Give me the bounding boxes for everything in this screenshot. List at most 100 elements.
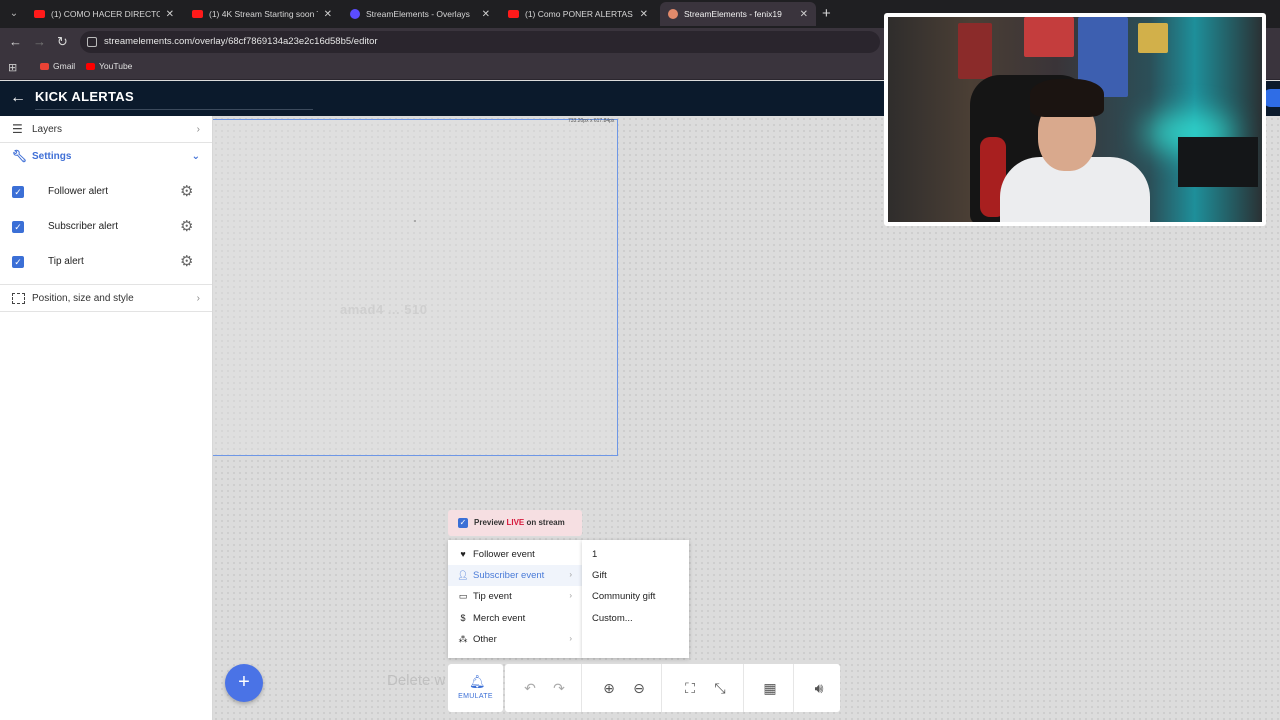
card-icon: ▭: [458, 591, 468, 601]
zoom-in-icon[interactable]: ⊕: [600, 679, 618, 697]
grid-icon[interactable]: ▦: [761, 679, 779, 697]
streamelements-icon: [350, 9, 360, 19]
browser-tab[interactable]: (1) COMO HACER DIRECTOS EN ✕: [26, 2, 182, 26]
settings-label: Settings: [32, 150, 72, 162]
fullscreen-exit-icon[interactable]: ⤡: [711, 679, 729, 697]
tab-search-icon[interactable]: ⌄: [6, 6, 22, 22]
close-icon[interactable]: ✕: [324, 9, 332, 20]
submenu-item-community-gift[interactable]: Community gift: [582, 586, 689, 607]
menu-item-other[interactable]: ⁂ Other ›: [448, 629, 582, 650]
streamelements-icon: [668, 9, 678, 19]
live-word: LIVE: [506, 518, 525, 527]
divider: [743, 664, 744, 712]
menu-item-subscriber-event[interactable]: 👤︎ Subscriber event ›: [448, 565, 582, 586]
back-arrow-icon[interactable]: ←: [10, 89, 26, 107]
url-text: streamelements.com/overlay/68cf7869134a2…: [104, 36, 378, 47]
overlay-title[interactable]: KICK ALERTAS: [35, 89, 313, 110]
redo-icon[interactable]: ↷: [550, 679, 568, 697]
close-icon[interactable]: ✕: [166, 9, 174, 20]
submenu-item-label: Community gift: [592, 591, 656, 602]
close-icon[interactable]: ✕: [640, 9, 648, 20]
tab-title: (1) COMO HACER DIRECTOS EN: [51, 9, 160, 19]
preview-suffix: on stream: [524, 518, 565, 527]
preview-live-toggle[interactable]: ✓ Preview LIVE on stream: [448, 510, 582, 536]
browser-tab[interactable]: (1) Como PONER ALERTAS de K ✕: [500, 2, 656, 26]
fit-screen-icon[interactable]: ⛶: [681, 679, 699, 697]
tip-alert-label: Tip alert: [48, 256, 84, 267]
settings-sidebar: ☰ Layers › 🔧︎ Settings ⌄ ✓ Follower aler…: [0, 116, 213, 720]
submenu-item-1[interactable]: 1: [582, 544, 689, 565]
close-icon[interactable]: ✕: [800, 9, 808, 20]
follower-alert-checkbox[interactable]: ✓: [12, 186, 24, 198]
browser-tab-active[interactable]: StreamElements - fenix19 ✕: [660, 2, 816, 26]
zoom-out-icon[interactable]: ⊖: [630, 679, 648, 697]
back-icon[interactable]: ←: [9, 34, 22, 49]
address-bar[interactable]: streamelements.com/overlay/68cf7869134a2…: [80, 31, 880, 53]
undo-icon[interactable]: ↶: [521, 679, 539, 697]
menu-item-merch-event[interactable]: $ Merch event: [448, 608, 582, 629]
person-hair: [1030, 79, 1104, 117]
chevron-right-icon: ›: [569, 591, 572, 600]
bookmark-youtube[interactable]: YouTube: [86, 61, 132, 71]
wall-poster: [1024, 17, 1074, 57]
canvas-dot: [414, 220, 416, 222]
youtube-icon: [508, 10, 519, 18]
menu-item-follower-event[interactable]: ♥ Follower event: [448, 544, 582, 565]
position-size-style-label: Position, size and style: [32, 292, 134, 304]
position-size-style-section[interactable]: Position, size and style ›: [0, 285, 212, 311]
apps-grid-icon[interactable]: ⊞: [8, 61, 17, 74]
heart-icon: ♥: [460, 549, 466, 559]
gear-icon[interactable]: ⚙: [180, 252, 193, 270]
delete-widget-ghost-text: Delete w: [387, 672, 446, 689]
menu-item-label: Subscriber event: [473, 570, 545, 581]
preview-live-label: Preview LIVE on stream: [474, 518, 565, 527]
tab-title: StreamElements - Overlays: [366, 9, 470, 19]
reload-icon[interactable]: ↻: [57, 34, 68, 50]
widget-dimension-label: 733.20px x 617.84px: [568, 118, 615, 124]
bookmark-gmail[interactable]: Gmail: [40, 61, 75, 71]
menu-item-label: Tip event: [473, 591, 512, 602]
divider: [661, 664, 662, 712]
subscriber-icon: 👤︎: [457, 570, 469, 580]
tab-title: (1) Como PONER ALERTAS de K: [525, 9, 634, 19]
menu-item-label: Follower event: [473, 549, 535, 560]
divider: [793, 664, 794, 712]
menu-item-tip-event[interactable]: ▭ Tip event ›: [448, 586, 582, 607]
emulate-label: EMULATE: [458, 693, 493, 700]
layers-section[interactable]: ☰ Layers ›: [0, 116, 212, 142]
tip-alert-checkbox[interactable]: ✓: [12, 256, 24, 268]
forward-icon[interactable]: →: [33, 34, 46, 49]
close-icon[interactable]: ✕: [482, 9, 490, 20]
alert-widget-bounds[interactable]: 733.20px x 617.84px amad4 ... 510: [213, 118, 618, 456]
youtube-icon: [86, 62, 95, 70]
bookmark-label: Gmail: [53, 61, 76, 71]
add-widget-button[interactable]: +: [225, 664, 263, 702]
bell-icon: 🔔︎: [469, 674, 486, 689]
new-tab-icon[interactable]: +: [822, 5, 831, 22]
emulate-button[interactable]: 🔔︎ EMULATE: [448, 664, 503, 712]
submenu-item-gift[interactable]: Gift: [582, 565, 689, 586]
subscriber-event-submenu: 1 Gift Community gift Custom...: [582, 540, 689, 658]
bookmark-label: YouTube: [99, 61, 133, 71]
gear-icon[interactable]: ⚙: [180, 182, 193, 200]
submenu-item-custom[interactable]: Custom...: [582, 608, 689, 629]
settings-section[interactable]: 🔧︎ Settings ⌄: [0, 143, 212, 169]
browser-tab[interactable]: StreamElements - Overlays ✕: [342, 2, 498, 26]
wall-poster: [1138, 23, 1168, 53]
chevron-right-icon: ›: [569, 570, 572, 579]
site-info-icon[interactable]: [87, 37, 97, 47]
subscriber-alert-row: ✓ Subscriber alert ⚙: [0, 212, 212, 242]
browser-tab[interactable]: (1) 4K Stream Starting soon Ten ✕: [184, 2, 340, 26]
desk-equipment: [1178, 137, 1258, 187]
subscriber-alert-checkbox[interactable]: ✓: [12, 221, 24, 233]
volume-icon[interactable]: 🔊︎: [810, 679, 828, 697]
follower-alert-label: Follower alert: [48, 186, 109, 197]
gear-icon[interactable]: ⚙: [180, 217, 193, 235]
tab-title: StreamElements - fenix19: [684, 9, 782, 19]
menu-item-label: Other: [473, 634, 497, 645]
chevron-right-icon: ›: [196, 292, 200, 304]
tip-alert-row: ✓ Tip alert ⚙: [0, 247, 212, 277]
preview-live-checkbox[interactable]: ✓: [458, 518, 468, 528]
gmail-icon: [40, 62, 49, 70]
submenu-item-label: Custom...: [592, 613, 633, 624]
